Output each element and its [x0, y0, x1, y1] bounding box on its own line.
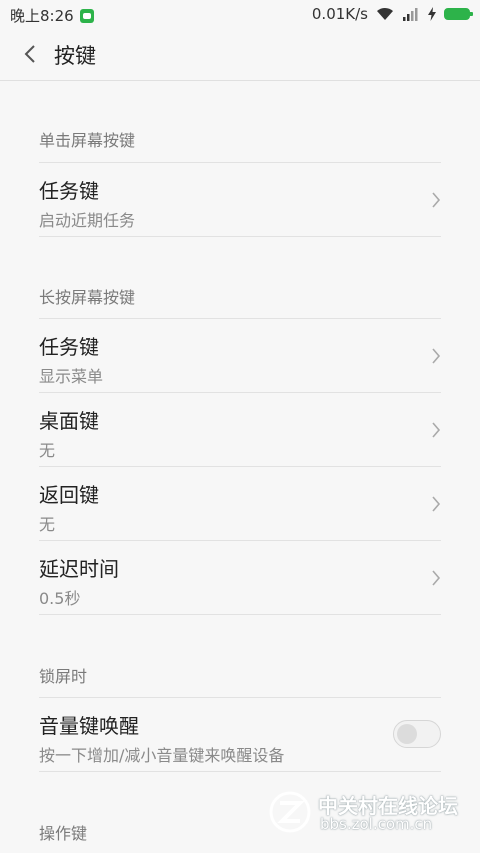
chevron-right-icon	[432, 192, 441, 208]
watermark-subtitle: bbs.zol.com.cn	[320, 815, 433, 833]
row-title: 任务键	[39, 179, 99, 203]
row-title: 返回键	[39, 483, 99, 507]
row-subtitle: 按一下增加/减小音量键来唤醒设备	[39, 746, 285, 765]
zol-logo-icon	[269, 791, 311, 833]
row-title: 音量键唤醒	[39, 714, 139, 738]
battery-icon	[444, 8, 473, 20]
watermark: 中关村在线论坛 bbs.zol.com.cn	[268, 790, 468, 836]
status-right: 0.01K/s	[311, 5, 473, 23]
volume-wake-toggle[interactable]	[393, 720, 441, 748]
row-title: 延迟时间	[39, 557, 119, 581]
wechat-icon	[79, 8, 94, 23]
charging-icon	[428, 7, 436, 21]
chevron-right-icon	[432, 496, 441, 512]
status-left: 晚上8:26	[10, 5, 94, 26]
page-title: 按键	[54, 44, 96, 68]
setting-row-volume-wake[interactable]: 音量键唤醒 按一下增加/减小音量键来唤醒设备	[39, 697, 441, 772]
network-speed: 0.01K/s	[311, 5, 368, 23]
back-arrow-icon[interactable]	[20, 42, 40, 66]
chevron-right-icon	[432, 422, 441, 438]
signal-icon	[403, 8, 418, 21]
chevron-right-icon	[432, 570, 441, 586]
section-header-long-press: 长按屏幕按键	[39, 288, 136, 307]
setting-row-single-task-key[interactable]: 任务键 启动近期任务	[39, 162, 441, 237]
status-time: 晚上8:26	[10, 7, 74, 25]
setting-row-delay-time[interactable]: 延迟时间 0.5秒	[39, 540, 441, 615]
row-subtitle: 显示菜单	[39, 367, 104, 386]
row-subtitle: 启动近期任务	[39, 211, 136, 230]
row-subtitle: 无	[39, 515, 56, 534]
row-subtitle: 0.5秒	[39, 589, 81, 608]
section-header-action-keys: 操作键	[39, 824, 88, 843]
toggle-knob	[397, 724, 417, 744]
title-bar: 按键	[0, 28, 480, 81]
section-header-single-tap: 单击屏幕按键	[39, 131, 136, 150]
wifi-icon	[377, 7, 393, 20]
chevron-right-icon	[432, 348, 441, 364]
row-title: 桌面键	[39, 409, 99, 433]
status-bar: 晚上8:26 0.01K/s	[0, 0, 480, 28]
row-subtitle: 无	[39, 441, 56, 460]
setting-row-back-key[interactable]: 返回键 无	[39, 466, 441, 540]
section-header-lock-screen: 锁屏时	[39, 667, 88, 686]
row-title: 任务键	[39, 335, 99, 359]
setting-row-long-task-key[interactable]: 任务键 显示菜单	[39, 318, 441, 392]
setting-row-home-key[interactable]: 桌面键 无	[39, 392, 441, 466]
